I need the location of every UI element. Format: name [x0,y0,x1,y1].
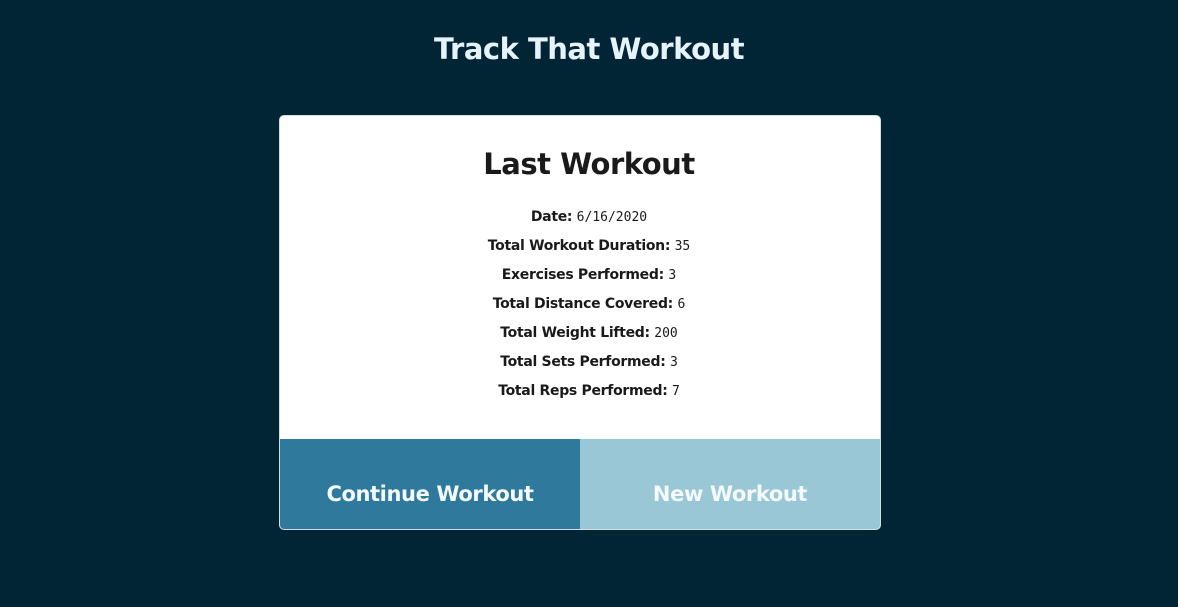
stat-value: 3 [668,268,677,283]
card-actions: Continue Workout New Workout [280,439,880,529]
stat-value: 7 [671,384,680,399]
stat-distance: Total Distance Covered: 6 [0,293,1178,322]
stat-value: 200 [654,326,678,341]
app-title: Track That Workout [433,32,745,66]
stat-value: 3 [669,355,678,370]
stat-label: Total Weight Lifted: [500,325,650,341]
stat-sets: Total Sets Performed: 3 [0,351,1178,380]
stat-duration: Total Workout Duration: 35 [0,235,1178,264]
continue-workout-button[interactable]: Continue Workout [280,439,580,529]
stat-weight: Total Weight Lifted: 200 [0,322,1178,351]
stat-date: Date: 6/16/2020 [0,206,1178,235]
stat-value: 6 [677,297,686,312]
stat-label: Total Reps Performed: [498,383,668,399]
stat-label: Total Distance Covered: [492,296,674,312]
new-workout-button[interactable]: New Workout [580,439,880,529]
card-title: Last Workout [483,147,695,181]
stat-value: 35 [674,239,691,254]
stat-label: Date: [530,209,573,225]
stat-label: Total Sets Performed: [500,354,666,370]
stat-label: Total Workout Duration: [487,238,671,254]
stat-reps: Total Reps Performed: 7 [0,380,1178,409]
stat-value: 6/16/2020 [576,210,648,225]
stat-exercises: Exercises Performed: 3 [0,264,1178,293]
stat-label: Exercises Performed: [501,267,664,283]
workout-stats-list: Date: 6/16/2020 Total Workout Duration: … [0,206,1178,409]
